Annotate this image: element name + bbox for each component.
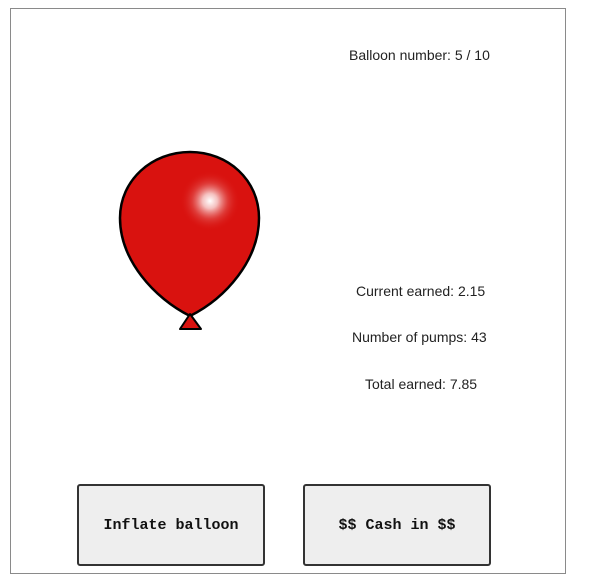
balloon-number-text: Balloon number: 5 / 10 <box>349 47 490 63</box>
current-earned-text: Current earned: 2.15 <box>356 283 485 299</box>
total-earned-text: Total earned: 7.85 <box>365 376 477 392</box>
current-earned-label: Current earned: <box>356 283 455 299</box>
current-earned-value: 2.15 <box>457 283 486 299</box>
pumps-text: Number of pumps: 43 <box>352 329 487 345</box>
cash-in-button[interactable]: $$ Cash in $$ <box>303 484 491 566</box>
pumps-value: 43 <box>471 329 487 345</box>
pumps-label: Number of pumps: <box>352 329 468 345</box>
total-earned-label: Total earned: <box>365 376 446 392</box>
balloon-number-value: 5 / 10 <box>454 47 490 63</box>
balloon <box>116 148 266 334</box>
balloon-number-label: Balloon number: <box>349 47 451 63</box>
balloon-icon <box>118 150 261 330</box>
inflate-balloon-button[interactable]: Inflate balloon <box>77 484 265 566</box>
total-earned-value: 7.85 <box>449 376 478 392</box>
